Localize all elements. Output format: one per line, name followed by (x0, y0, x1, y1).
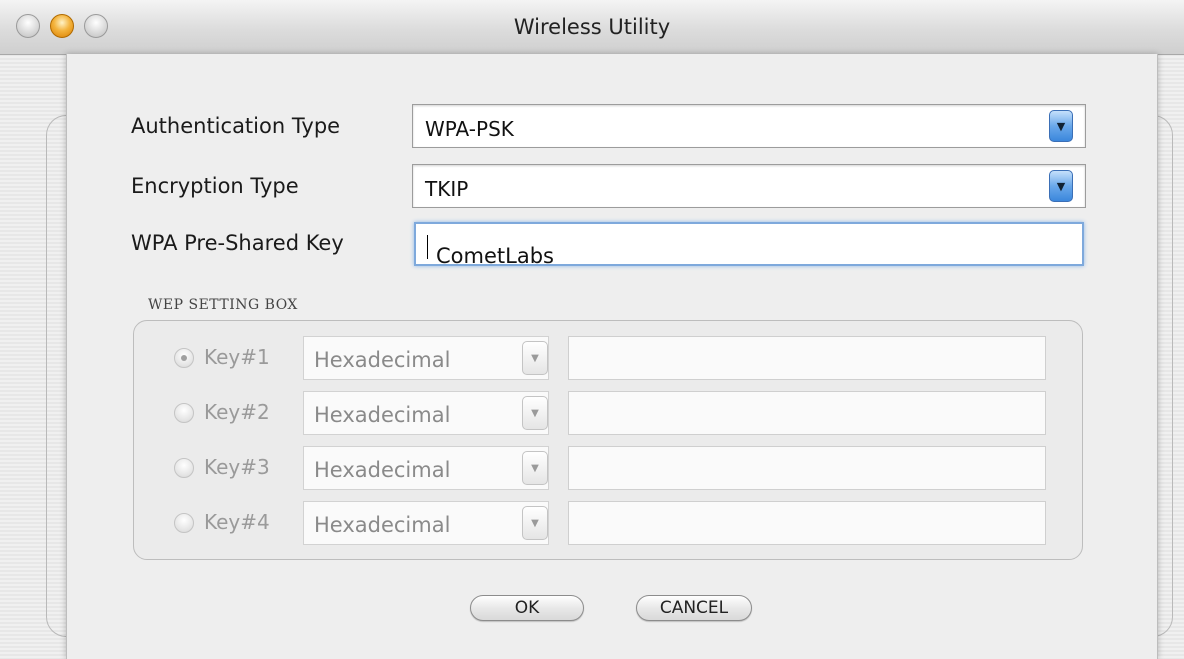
wep-setting-box-title: WEP SETTING BOX (148, 297, 298, 313)
chevron-down-icon: ▼ (531, 352, 539, 364)
window-title: Wireless Utility (513, 15, 671, 39)
auth-type-value: WPA-PSK (425, 117, 514, 141)
encryption-type-value: TKIP (425, 177, 469, 201)
chevron-down-icon: ▼ (531, 462, 539, 474)
key4-format-value: Hexadecimal (314, 513, 451, 537)
chevron-down-icon: ▼ (1056, 179, 1066, 193)
key3-radio[interactable] (174, 458, 194, 478)
key1-label: Key#1 (204, 345, 270, 369)
key1-value-input[interactable] (568, 336, 1046, 380)
key1-format-select[interactable]: Hexadecimal (303, 336, 549, 380)
encryption-type-select[interactable]: TKIP ▼ (412, 164, 1086, 208)
key1-format-dropdown-button[interactable]: ▼ (522, 341, 548, 375)
key2-label: Key#2 (204, 400, 270, 424)
psk-input[interactable]: CometLabs (414, 222, 1084, 268)
app-window: Wireless Utility Authentication Type WPA… (0, 0, 1184, 659)
auth-type-select[interactable]: WPA-PSK ▼ (412, 104, 1086, 148)
key4-value-input[interactable] (568, 501, 1046, 545)
key3-format-dropdown-button[interactable]: ▼ (522, 451, 548, 485)
psk-label: WPA Pre-Shared Key (131, 231, 344, 255)
key2-value-input[interactable] (568, 391, 1046, 435)
title-bar[interactable]: Wireless Utility (0, 0, 1184, 55)
key2-format-dropdown-button[interactable]: ▼ (522, 396, 548, 430)
key2-radio[interactable] (174, 403, 194, 423)
key4-format-select[interactable]: Hexadecimal (303, 501, 549, 545)
key4-label: Key#4 (204, 510, 270, 534)
encryption-type-dropdown-button[interactable]: ▼ (1049, 170, 1073, 202)
key2-format-value: Hexadecimal (314, 403, 451, 427)
auth-type-label: Authentication Type (131, 114, 341, 138)
key1-format-value: Hexadecimal (314, 348, 451, 372)
key1-radio[interactable] (174, 348, 194, 368)
ok-button[interactable]: OK (470, 595, 584, 621)
cancel-button[interactable]: CANCEL (636, 595, 752, 621)
encryption-type-label: Encryption Type (131, 174, 299, 198)
text-caret (427, 235, 428, 259)
chevron-down-icon: ▼ (1056, 119, 1066, 133)
key4-radio[interactable] (174, 513, 194, 533)
key4-format-dropdown-button[interactable]: ▼ (522, 506, 548, 540)
chevron-down-icon: ▼ (531, 407, 539, 419)
key2-format-select[interactable]: Hexadecimal (303, 391, 549, 435)
auth-type-dropdown-button[interactable]: ▼ (1049, 110, 1073, 142)
key3-value-input[interactable] (568, 446, 1046, 490)
chevron-down-icon: ▼ (531, 517, 539, 529)
key3-format-select[interactable]: Hexadecimal (303, 446, 549, 490)
psk-input-value: CometLabs (436, 244, 554, 268)
key3-format-value: Hexadecimal (314, 458, 451, 482)
key3-label: Key#3 (204, 455, 270, 479)
